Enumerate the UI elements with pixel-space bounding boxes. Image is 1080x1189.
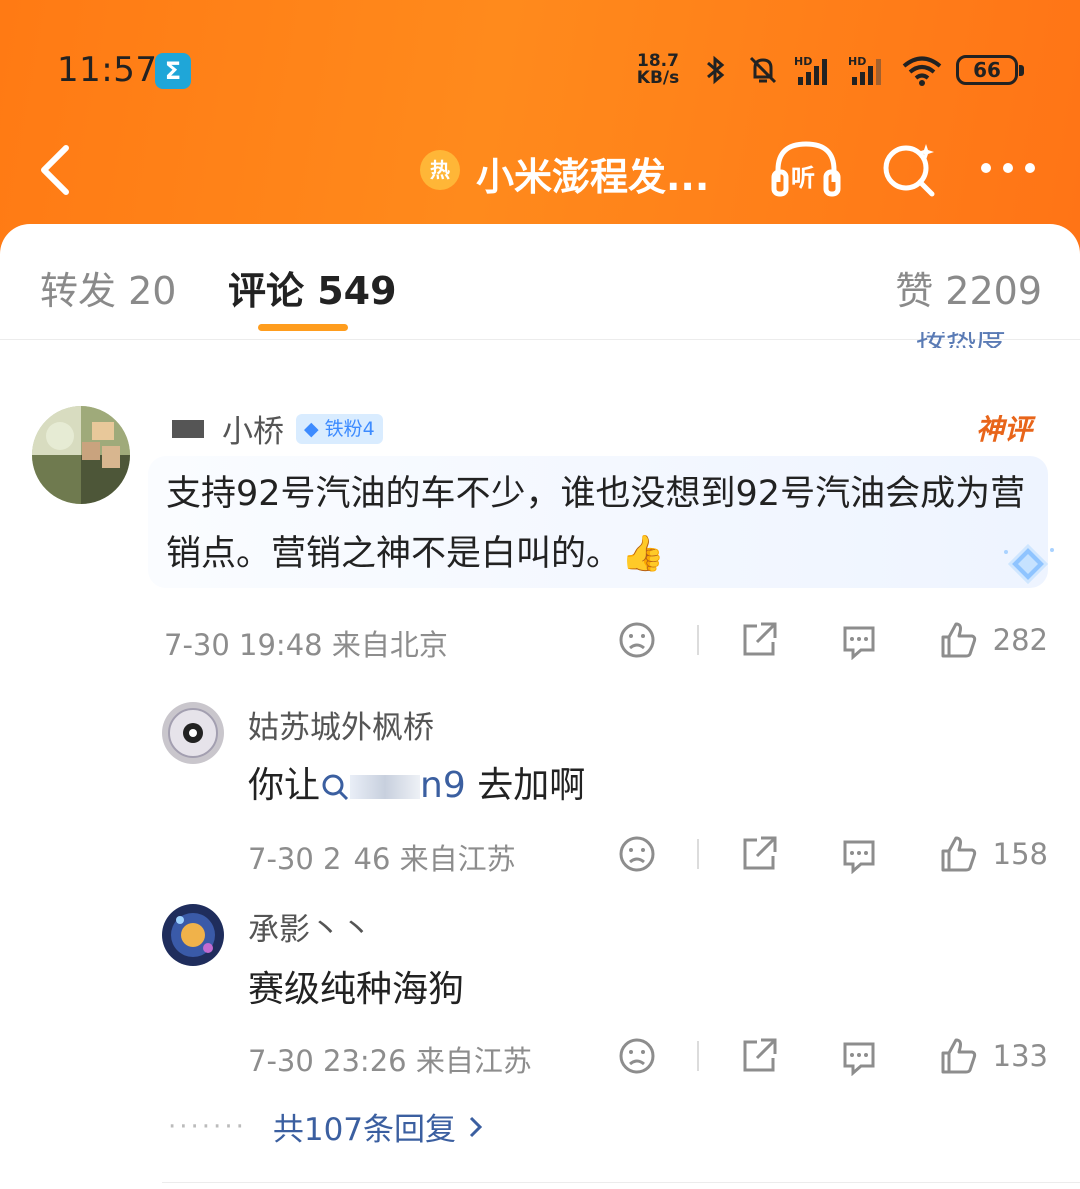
- comment-time: 7-30 19:48: [164, 628, 323, 662]
- tab-bar: 转发 20 评论 549 赞 2209: [0, 224, 1080, 340]
- svg-text:HD: HD: [794, 55, 812, 68]
- dots-separator: ·······: [168, 1111, 247, 1142]
- like-thumb-icon[interactable]: [939, 620, 979, 660]
- search-icon: [322, 774, 349, 801]
- reply-actions: 158: [617, 834, 1048, 874]
- bluetooth-icon: [707, 55, 725, 85]
- reply-time: 7-30 23:26: [248, 1044, 407, 1078]
- reply-username[interactable]: 承影丶丶: [248, 904, 372, 949]
- status-time: 11:57: [57, 50, 158, 90]
- mention-text: n9: [420, 765, 466, 806]
- app-notification-icon: Σ: [155, 53, 191, 89]
- like-thumb-icon[interactable]: [939, 1036, 979, 1076]
- action-divider: [696, 1041, 699, 1071]
- wifi-icon: [902, 56, 942, 86]
- share-icon[interactable]: [739, 834, 779, 874]
- redacted-mention: [350, 775, 421, 799]
- svg-text:听: 听: [791, 164, 815, 192]
- like-count: 133: [992, 1039, 1048, 1073]
- signal-hd-icon-2: HD: [848, 55, 881, 85]
- reply-text[interactable]: 你让 n9 去加啊: [248, 756, 585, 808]
- tab-likes[interactable]: 赞 2209: [895, 260, 1042, 315]
- reply-avatar[interactable]: [162, 702, 224, 764]
- reply-comment-icon[interactable]: [839, 620, 879, 660]
- search-icon[interactable]: [880, 138, 940, 198]
- divider: [162, 1182, 1080, 1183]
- diamond-decoration-icon: [1004, 543, 1054, 585]
- reply-username[interactable]: 姑苏城外枫桥: [248, 702, 434, 747]
- redacted-block: [172, 419, 204, 438]
- reply-time: 7-30 2: [248, 842, 342, 876]
- chevron-right-icon: [469, 1116, 483, 1137]
- more-options-icon[interactable]: [978, 148, 1038, 188]
- reply-text-suffix: 去加啊: [465, 765, 586, 806]
- action-divider: [696, 839, 699, 869]
- avatar-image: [32, 406, 130, 504]
- like-thumb-icon[interactable]: [939, 834, 979, 874]
- more-replies-label[interactable]: 共107条回复: [273, 1104, 456, 1149]
- reply-location: 来自江苏: [415, 1044, 532, 1078]
- reply-meta: 7-30 23:26 来自江苏: [248, 1038, 532, 1080]
- content-card: 转发 20 评论 549 赞 2209 按热度 小桥 ◆ 铁粉4 神评 支持92…: [0, 224, 1080, 1189]
- battery-indicator: 66: [956, 55, 1024, 85]
- comment-text[interactable]: 支持92号汽油的车不少，谁也没想到92号汽油会成为营销点。营销之神不是白叫的。👍: [166, 464, 1026, 584]
- view-more-replies[interactable]: ······· 共107条回复: [168, 1104, 486, 1149]
- svg-text:HD: HD: [848, 55, 866, 68]
- avatar[interactable]: [32, 406, 130, 504]
- comment-username[interactable]: 小桥 ◆ 铁粉4: [172, 406, 383, 451]
- reply-time-tail: 46: [353, 842, 391, 876]
- reply-comment-icon[interactable]: [839, 1036, 879, 1076]
- back-arrow-icon[interactable]: [36, 142, 76, 198]
- share-icon[interactable]: [739, 1036, 779, 1076]
- hot-badge: 热: [420, 150, 460, 190]
- dislike-face-icon[interactable]: [617, 620, 657, 660]
- mute-bell-icon: [749, 56, 777, 84]
- like-count: 282: [992, 623, 1048, 657]
- username-text: 小桥: [222, 414, 284, 450]
- tab-comments[interactable]: 评论 549: [228, 260, 397, 315]
- comment-location: 来自北京: [331, 628, 448, 662]
- listen-headphones-icon[interactable]: 听: [770, 138, 842, 198]
- reply-text-prefix: 你让: [248, 765, 321, 806]
- reply-avatar[interactable]: [162, 904, 224, 966]
- sort-toggle-peek: 按热度: [916, 332, 1046, 348]
- reply-actions: 133: [617, 1036, 1048, 1076]
- tab-reposts[interactable]: 转发 20: [40, 260, 176, 315]
- god-comment-badge: 神评: [975, 413, 1032, 446]
- status-icons: 18.7 KB/s HD HD 66: [632, 50, 1024, 90]
- top-header: 11:57 Σ 18.7 KB/s HD HD 66 热 小米澎程发... 听: [0, 0, 1080, 260]
- reply-location: 来自江苏: [399, 842, 516, 876]
- mention-link[interactable]: n9: [320, 765, 466, 806]
- share-icon[interactable]: [739, 620, 779, 660]
- net-speed: 18.7 KB/s: [632, 53, 684, 87]
- status-bar: 11:57 Σ 18.7 KB/s HD HD 66: [0, 0, 1080, 130]
- reply-meta: 7-30 2 46 来自江苏: [248, 836, 516, 878]
- signal-hd-icon: HD: [794, 55, 827, 85]
- fan-level-badge[interactable]: ◆ 铁粉4: [296, 413, 383, 444]
- reply-comment-icon[interactable]: [839, 834, 879, 874]
- cd-avatar-image: [162, 702, 224, 764]
- galaxy-avatar-image: [162, 904, 224, 966]
- net-speed-unit: KB/s: [636, 68, 680, 88]
- active-tab-indicator: [258, 324, 348, 331]
- dislike-face-icon[interactable]: [617, 1036, 657, 1076]
- fan-badge-label: 铁粉4: [324, 417, 375, 440]
- comment-meta: 7-30 19:48 来自北京: [164, 622, 448, 664]
- comment-actions: 282: [617, 620, 1048, 660]
- like-count: 158: [992, 837, 1048, 871]
- page-title[interactable]: 小米澎程发...: [476, 146, 709, 201]
- nav-bar: 热 小米澎程发... 听: [0, 130, 1080, 210]
- dislike-face-icon[interactable]: [617, 834, 657, 874]
- action-divider: [696, 625, 699, 655]
- reply-text[interactable]: 赛级纯种海狗: [248, 960, 464, 1012]
